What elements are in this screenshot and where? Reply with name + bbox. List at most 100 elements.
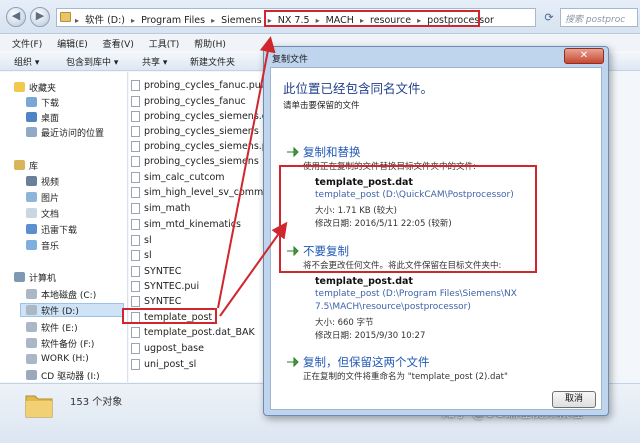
file-icon — [131, 281, 140, 292]
nav-music[interactable]: 音乐 — [26, 238, 59, 252]
file-row[interactable]: sim_mtd_kinematics — [129, 217, 264, 232]
file-highlight-box — [122, 308, 217, 324]
file-icon — [131, 80, 140, 91]
search-input[interactable]: 搜索 postproc — [560, 8, 638, 27]
option3-desc: 正在复制的文件将重命名为 "template_post (2).dat" — [303, 372, 508, 382]
close-button[interactable]: ✕ — [564, 48, 604, 64]
file-icon — [131, 219, 140, 230]
file-list: probing_cycles_fanuc.pui probing_cycles_… — [129, 72, 264, 382]
star-icon — [14, 82, 25, 92]
file-row[interactable]: SYNTEC — [129, 264, 264, 279]
nav-drive-c[interactable]: 本地磁盘 (C:) — [26, 287, 96, 301]
nav-drive-h[interactable]: WORK (H:) — [26, 352, 89, 366]
item-count: 153 个对象 — [70, 397, 123, 408]
cd-drive-icon — [26, 370, 37, 380]
back-button[interactable]: ◀ — [6, 7, 26, 27]
option-copy-keep-both[interactable]: 复制，但保留这两个文件 正在复制的文件将重命名为 "template_post … — [281, 354, 591, 388]
music-icon — [26, 240, 37, 250]
dialog-body: 此位置已经包含同名文件。 请单击要保留的文件 复制和替换 使用正在复制的文件替换… — [270, 67, 602, 410]
file-icon — [131, 250, 140, 261]
green-arrow-icon — [287, 146, 299, 158]
file-row[interactable]: probing_cycles_siemens.cdl — [129, 109, 264, 124]
share-button[interactable]: 共享 ▾ — [142, 55, 167, 68]
nav-documents[interactable]: 文档 — [26, 206, 59, 220]
file-row[interactable]: probing_cycles_fanuc.pui — [129, 78, 264, 93]
file-row[interactable]: probing_cycles_siemens.pui — [129, 139, 264, 154]
refresh-icon[interactable]: ⟳ — [540, 8, 558, 27]
file-row[interactable]: SYNTEC.pui — [129, 279, 264, 294]
menu-tools[interactable]: 工具(T) — [149, 37, 180, 50]
file-row[interactable]: probing_cycles_siemens — [129, 124, 264, 139]
cancel-button[interactable]: 取消 — [552, 391, 596, 408]
navigation-pane: 收藏夹 下载 桌面 最近访问的位置 库 视频 图片 文档 迅雷下载 音乐 计算机… — [0, 72, 128, 382]
green-arrow-icon — [287, 356, 299, 368]
new-folder-button[interactable]: 新建文件夹 — [190, 55, 235, 68]
option2-filename: template_post.dat — [315, 276, 413, 287]
file-row[interactable]: ugpost_base — [129, 341, 264, 356]
dialog-title: 复制文件 — [272, 55, 309, 65]
nav-pictures[interactable]: 图片 — [26, 190, 59, 204]
file-row[interactable]: template_post.dat_BAK — [129, 325, 264, 340]
file-row[interactable]: uni_post_sl — [129, 357, 264, 372]
breadcrumb-item[interactable]: 软件 (D:) — [85, 15, 125, 26]
nav-drive-e[interactable]: 软件 (E:) — [26, 320, 78, 334]
option3-title: 复制，但保留这两个文件 — [303, 355, 430, 369]
computer-icon — [14, 272, 25, 282]
forward-button[interactable]: ▶ — [30, 7, 50, 27]
nav-thunder-downloads[interactable]: 迅雷下载 — [26, 222, 77, 236]
file-icon — [131, 343, 140, 354]
breadcrumb-item[interactable]: Siemens — [221, 15, 262, 26]
option2-date: 修改日期: 2015/9/30 10:27 — [315, 331, 426, 341]
file-row[interactable]: probing_cycles_fanuc — [129, 94, 264, 109]
drive-icon — [26, 305, 37, 315]
file-row[interactable]: probing_cycles_siemens — [129, 154, 264, 169]
menu-file[interactable]: 文件(F) — [12, 37, 42, 50]
file-icon — [131, 187, 140, 198]
nav-computer[interactable]: 计算机 — [14, 270, 56, 284]
nav-library[interactable]: 库 — [14, 158, 38, 172]
file-row[interactable]: sim_math — [129, 201, 264, 216]
menu-edit[interactable]: 编辑(E) — [57, 37, 88, 50]
include-in-library-button[interactable]: 包含到库中 ▾ — [66, 55, 118, 68]
address-bar-area: ◀ ▶ ▸ 软件 (D:) ▸ Program Files ▸ Siemens … — [0, 0, 640, 34]
file-row[interactable]: sl — [129, 248, 264, 263]
file-row[interactable]: SYNTEC — [129, 294, 264, 309]
file-icon — [131, 96, 140, 107]
folder-icon — [25, 395, 53, 418]
recent-icon — [26, 127, 37, 137]
copy-file-dialog: 复制文件 ✕ 此位置已经包含同名文件。 请单击要保留的文件 复制和替换 使用正在… — [263, 46, 609, 416]
nav-drive-f[interactable]: 软件备份 (F:) — [26, 336, 94, 350]
nav-drive-i[interactable]: CD 驱动器 (I:) — [26, 368, 100, 382]
file-icon — [131, 126, 140, 137]
file-icon — [131, 359, 140, 370]
file-row[interactable]: sl — [129, 233, 264, 248]
file-icon — [131, 111, 140, 122]
file-row[interactable]: sim_calc_cutcom — [129, 170, 264, 185]
file-icon — [131, 172, 140, 183]
breadcrumb-item[interactable]: Program Files — [141, 15, 205, 26]
address-highlight-box — [264, 10, 480, 27]
picture-icon — [26, 192, 37, 202]
nav-favorites[interactable]: 收藏夹 — [14, 80, 56, 94]
nav-drive-d[interactable]: 软件 (D:) — [20, 303, 124, 317]
video-icon — [26, 176, 37, 186]
drive-icon — [26, 322, 37, 332]
menu-help[interactable]: 帮助(H) — [194, 37, 226, 50]
organize-button[interactable]: 组织 ▾ — [14, 55, 39, 68]
file-icon — [131, 327, 140, 338]
file-icon — [131, 203, 140, 214]
nav-downloads[interactable]: 下载 — [26, 95, 59, 109]
option2-path-line1: template_post (D:\Program Files\Siemens\… — [315, 289, 517, 299]
desktop-icon — [26, 112, 37, 122]
download-icon — [26, 97, 37, 107]
close-icon: ✕ — [579, 50, 589, 61]
option2-path-line2: 7.5\MACH\resource\postprocessor) — [315, 302, 471, 312]
file-icon — [131, 296, 140, 307]
file-icon — [131, 141, 140, 152]
file-row[interactable]: sim_high_level_sv_commands — [129, 185, 264, 200]
nav-desktop[interactable]: 桌面 — [26, 110, 59, 124]
menu-view[interactable]: 查看(V) — [103, 37, 134, 50]
nav-videos[interactable]: 视频 — [26, 174, 59, 188]
file-icon — [131, 156, 140, 167]
nav-recent[interactable]: 最近访问的位置 — [26, 125, 104, 139]
